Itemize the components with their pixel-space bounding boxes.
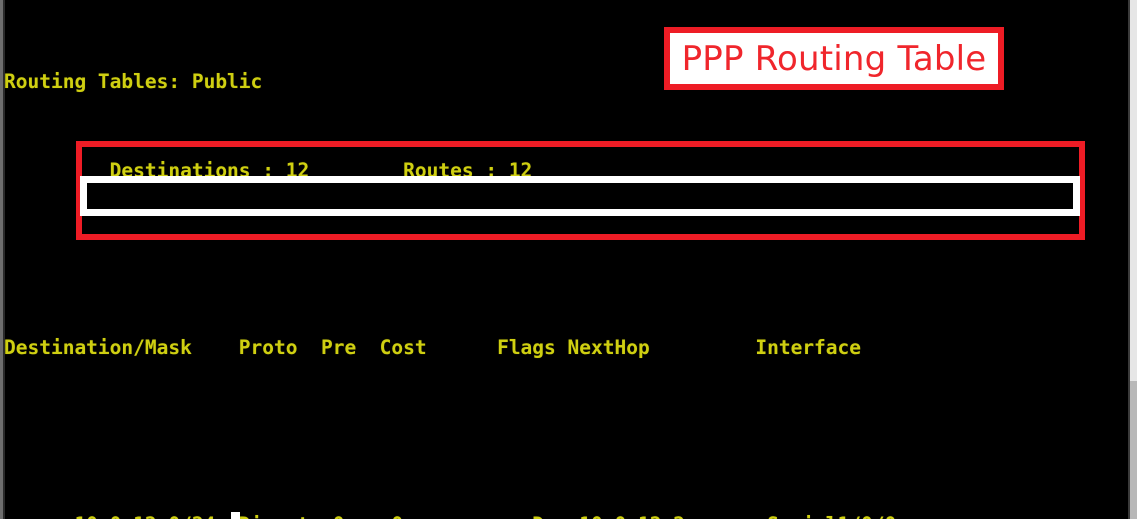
scrollbar-thumb[interactable] [1130,381,1137,519]
scrollbar-track[interactable] [1130,0,1137,519]
callout-label: PPP Routing Table [681,38,987,79]
text-cursor [231,512,240,519]
destinations-routes-summary: Destinations : 12 Routes : 12 [4,158,533,182]
table-column-headers: Destination/Mask Proto Pre Cost Flags Ne… [4,335,862,359]
callout-ppp-routing-table: PPP Routing Table [664,27,1004,90]
terminal-window: Routing Tables: Public Destinations : 12… [0,0,1137,519]
table-row: 10.0.12.0/24 Direct 0 0 D 10.0.12.2 Seri… [4,510,1124,519]
